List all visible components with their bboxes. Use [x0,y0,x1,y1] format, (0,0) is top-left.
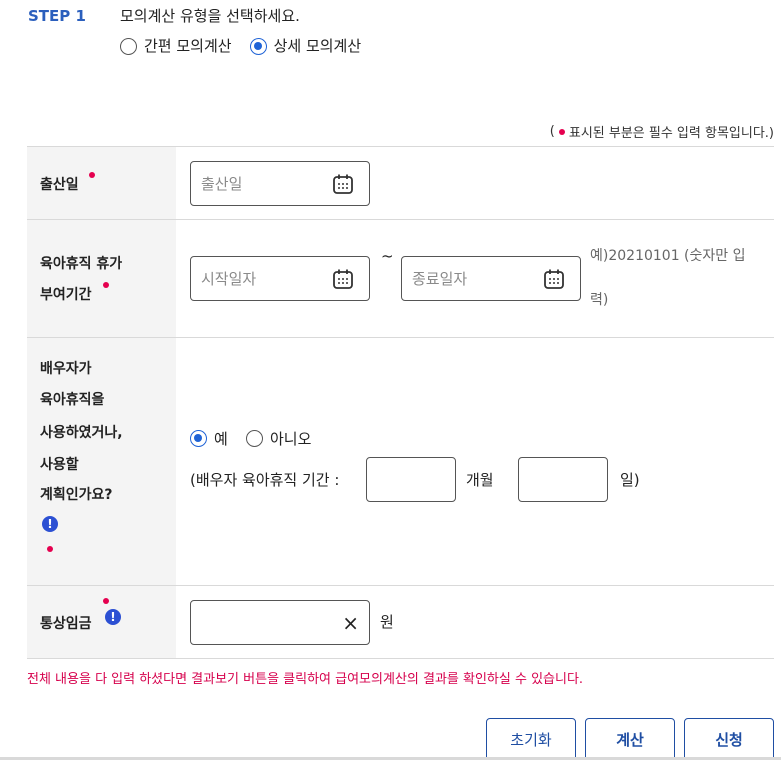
birth-content: 출산일 [176,147,774,219]
info-icon[interactable]: ! [42,516,58,532]
apply-button[interactable]: 신청 [684,718,774,760]
calc-form: 출산일 출산일 육아휴직 휴가 부여기간 시작일자 ~ 종료일자 예)20210… [27,146,774,659]
leave-end-placeholder: 종료일자 [412,270,468,288]
radio-spouse-yes[interactable]: 예 [190,428,228,449]
spouse-months-unit: 개월 [466,471,494,489]
radio-yes-label: 예 [214,430,228,448]
step-label: STEP 1 [28,7,86,25]
required-note: ( 표시된 부분은 필수 입력 항목입니다.) [550,122,774,141]
leave-separator: ~ [381,247,394,265]
step-section: STEP 1 모의계산 유형을 선택하세요. 간편 모의계산 상세 모의계산 [28,6,361,56]
spouse-required-dot [47,546,53,552]
spouse-label-cell: 배우자가 육아휴직을 사용하였거나, 사용할 계획인가요? ! [27,338,176,585]
birth-required-dot [89,172,95,178]
calendar-icon[interactable] [331,267,355,291]
clear-icon[interactable]: × [342,611,359,635]
spouse-days-unit: 일) [620,471,640,489]
spouse-period-prefix: (배우자 육아휴직 기간 : [190,471,340,489]
result-notice: 전체 내용을 다 입력 하셨다면 결과보기 버튼을 클릭하여 급여모의계산의 결… [27,672,584,687]
radio-no-label: 아니오 [270,430,312,448]
calc-type-radio-group: 간편 모의계산 상세 모의계산 [120,36,361,56]
wage-required-dot [103,598,109,604]
info-icon[interactable]: ! [105,609,121,625]
radio-spouse-no[interactable]: 아니오 [246,428,311,449]
radio-detailed-label: 상세 모의계산 [273,37,362,55]
spouse-label-line2: 육아휴직을 [40,392,105,408]
calendar-icon[interactable] [542,267,566,291]
radio-simple-label: 간편 모의계산 [144,37,232,55]
spouse-months-input[interactable] [366,457,456,502]
leave-hint-line1: 예)20210101 (숫자만 입 [590,248,746,264]
leave-label-line2: 부여기간 [40,287,92,303]
leave-start-input[interactable]: 시작일자 [190,256,370,301]
wage-unit: 원 [380,613,394,631]
wage-label: 통상임금 [40,616,92,632]
row-spouse-leave: 배우자가 육아휴직을 사용하였거나, 사용할 계획인가요? ! 예 아니오 (배… [27,338,774,586]
wage-content: × 원 [176,586,774,658]
spouse-days-input[interactable] [518,457,608,502]
radio-simple-circle[interactable] [120,37,137,55]
radio-yes-circle[interactable] [190,430,207,447]
leave-hint-line2: 력) [590,292,609,308]
leave-required-dot [103,282,109,288]
spouse-label-line3: 사용하였거나, [40,425,123,441]
required-note-text: 표시된 부분은 필수 입력 항목입니다.) [568,126,774,141]
spouse-content: 예 아니오 (배우자 육아휴직 기간 : 개월 일) [176,338,774,585]
required-dot-icon [558,128,565,135]
radio-detailed-calc[interactable]: 상세 모의계산 [249,36,362,56]
radio-no-circle[interactable] [246,430,263,447]
spouse-label-line4: 사용할 [40,457,79,473]
reset-button[interactable]: 초기화 [486,718,576,760]
radio-detailed-circle[interactable] [249,37,267,55]
birth-label: 출산일 [40,177,79,193]
spouse-label-line5: 계획인가요? [40,487,113,503]
row-birth-date: 출산일 출산일 [27,147,774,220]
leave-label-cell: 육아휴직 휴가 부여기간 [27,220,176,337]
calculate-button[interactable]: 계산 [585,718,675,760]
step-question: 모의계산 유형을 선택하세요. [120,7,300,25]
radio-simple-calc[interactable]: 간편 모의계산 [120,36,232,56]
leave-start-placeholder: 시작일자 [201,270,257,288]
wage-label-cell: 통상임금 ! [27,586,176,658]
birth-label-cell: 출산일 [27,147,176,219]
birth-date-placeholder: 출산일 [201,175,243,193]
leave-end-input[interactable]: 종료일자 [401,256,581,301]
leave-label-line1: 육아휴직 휴가 [40,256,123,272]
required-note-open: ( [549,124,555,139]
spouse-label-line1: 배우자가 [40,361,92,377]
leave-content: 시작일자 ~ 종료일자 예)20210101 (숫자만 입 력) [176,220,774,337]
wage-input[interactable]: × [190,600,370,645]
birth-date-input[interactable]: 출산일 [190,161,370,206]
row-leave-period: 육아휴직 휴가 부여기간 시작일자 ~ 종료일자 예)20210101 (숫자만… [27,220,774,338]
row-wage: 통상임금 ! × 원 [27,586,774,659]
calendar-icon[interactable] [331,172,355,196]
